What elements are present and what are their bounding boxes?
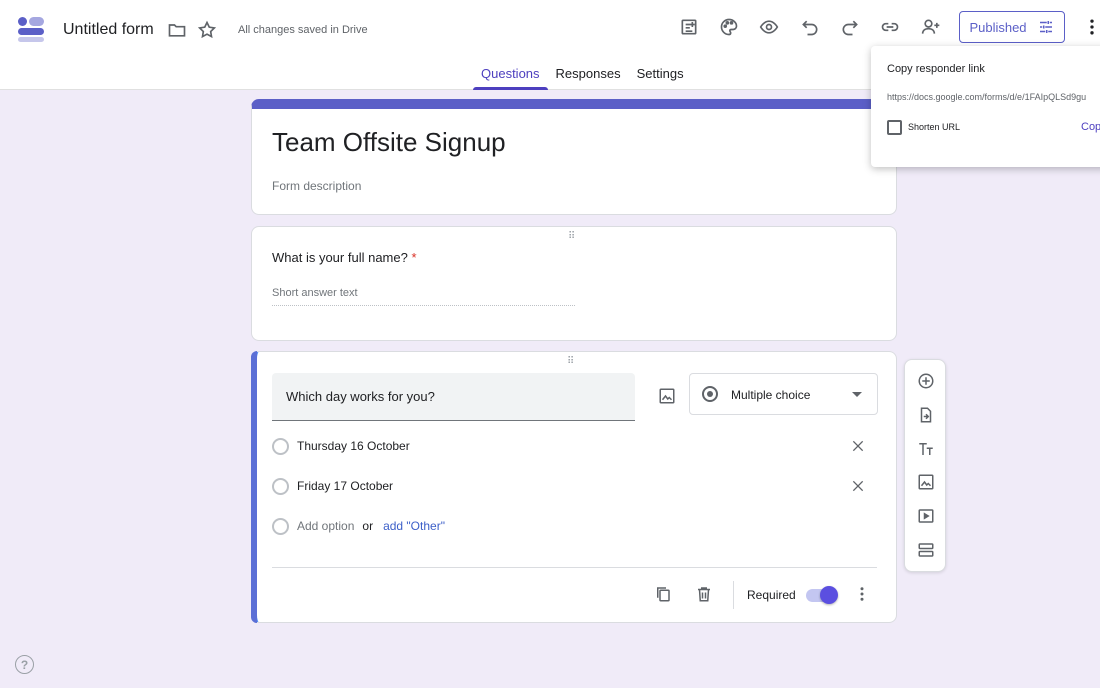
- shorten-url-label[interactable]: Shorten URL: [908, 122, 960, 132]
- import-questions-icon[interactable]: [914, 403, 938, 427]
- redo-icon[interactable]: [836, 13, 864, 41]
- add-title-icon[interactable]: [914, 437, 938, 461]
- delete-icon[interactable]: [692, 582, 716, 606]
- add-section-icon[interactable]: [914, 538, 938, 562]
- remove-option-icon[interactable]: [847, 435, 869, 457]
- add-collaborator-icon[interactable]: [917, 13, 945, 41]
- form-description-input[interactable]: Form description: [272, 179, 361, 193]
- or-separator: or: [362, 519, 374, 533]
- option-row: Thursday 16 October: [272, 436, 410, 456]
- save-status: All changes saved in Drive: [238, 24, 368, 36]
- form-header-card: Team Offsite Signup Form description: [251, 99, 897, 215]
- tab-settings[interactable]: Settings: [629, 64, 692, 90]
- responder-link-popover: Copy responder link https://docs.google.…: [871, 46, 1100, 167]
- add-video-icon[interactable]: [914, 504, 938, 528]
- form-title[interactable]: Untitled form: [63, 21, 154, 39]
- option-label[interactable]: Friday 17 October: [297, 479, 393, 493]
- question-type-dropdown[interactable]: Multiple choice: [689, 373, 878, 415]
- question-text: What is your full name?: [272, 250, 408, 265]
- form-tabs: Questions Responses Settings: [473, 64, 692, 90]
- drag-handle-icon[interactable]: ⠿: [567, 356, 575, 367]
- more-vert-icon[interactable]: [850, 582, 874, 606]
- option-radio-icon: [272, 517, 289, 535]
- add-image-icon[interactable]: [914, 470, 938, 494]
- star-icon[interactable]: [193, 16, 221, 44]
- undo-icon[interactable]: [796, 13, 824, 41]
- question-type-label: Multiple choice: [731, 388, 811, 402]
- popover-title: Copy responder link: [887, 63, 985, 75]
- duplicate-icon[interactable]: [651, 582, 675, 606]
- add-image-icon[interactable]: [653, 382, 681, 410]
- settings-sliders-icon: [1039, 21, 1052, 33]
- add-question-icon[interactable]: [914, 369, 938, 393]
- question-text: Which day works for you?: [286, 389, 435, 404]
- short-answer-placeholder: Short answer text: [272, 287, 575, 306]
- palette-icon[interactable]: [715, 13, 743, 41]
- forms-logo-icon[interactable]: [16, 14, 46, 44]
- folder-icon[interactable]: [163, 16, 191, 44]
- form-heading[interactable]: Team Offsite Signup: [272, 127, 506, 158]
- remove-option-icon[interactable]: [847, 475, 869, 497]
- copy-link-button[interactable]: Copy: [1081, 121, 1100, 133]
- addons-icon[interactable]: [675, 13, 703, 41]
- required-asterisk: *: [411, 250, 417, 265]
- tab-questions[interactable]: Questions: [473, 64, 548, 90]
- question-card-day[interactable]: ⠿ Which day works for you? Multiple choi…: [251, 351, 897, 623]
- divider: [272, 567, 877, 568]
- radio-button-icon: [702, 386, 718, 402]
- add-option-row: Add option or add "Other": [272, 516, 445, 536]
- floating-toolbar: [904, 359, 946, 572]
- published-label: Published: [969, 19, 1027, 35]
- more-vert-icon[interactable]: [1080, 13, 1100, 41]
- tab-responses[interactable]: Responses: [548, 64, 629, 90]
- required-label: Required: [747, 588, 796, 602]
- question-card-name[interactable]: ⠿ What is your full name? * Short answer…: [251, 226, 897, 341]
- option-row: Friday 17 October: [272, 476, 393, 496]
- question-title-input[interactable]: Which day works for you?: [272, 373, 635, 421]
- question-title: What is your full name? *: [272, 250, 417, 265]
- option-label[interactable]: Thursday 16 October: [297, 439, 410, 453]
- chevron-down-icon: [852, 392, 862, 397]
- option-radio-icon: [272, 477, 289, 495]
- preview-icon[interactable]: [755, 13, 783, 41]
- required-toggle-thumb[interactable]: [820, 586, 838, 604]
- published-button[interactable]: Published: [959, 11, 1065, 43]
- help-icon[interactable]: ?: [15, 655, 34, 674]
- option-radio-icon: [272, 437, 289, 455]
- drag-handle-icon[interactable]: ⠿: [568, 231, 576, 242]
- add-other-button[interactable]: add "Other": [383, 519, 445, 533]
- add-option-button[interactable]: Add option: [297, 519, 354, 533]
- shorten-url-checkbox[interactable]: [887, 120, 902, 135]
- divider: [733, 581, 734, 609]
- link-icon[interactable]: [876, 13, 904, 41]
- responder-url[interactable]: https://docs.google.com/forms/d/e/1FAIpQ…: [887, 92, 1100, 102]
